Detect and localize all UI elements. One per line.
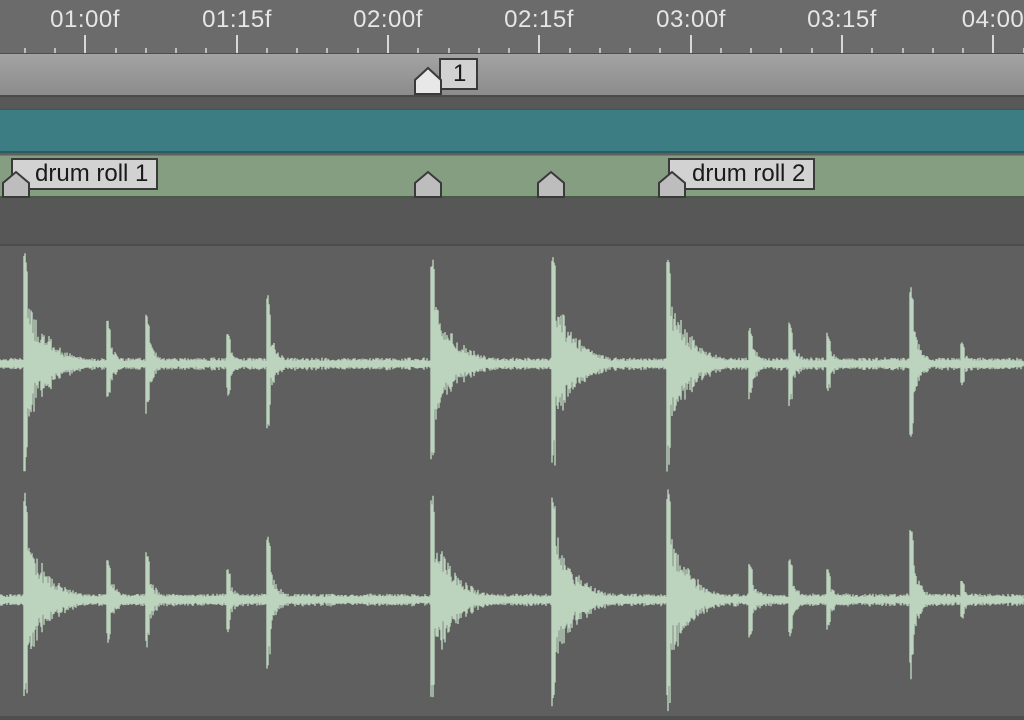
ruler-tick-label: 01:15f bbox=[202, 6, 272, 33]
ruler-tick-label: 04:00 bbox=[961, 6, 1024, 33]
ruler-tick-label: 01:00f bbox=[50, 6, 120, 33]
audio-layer-bar[interactable]: drum roll 1 drum roll 2 bbox=[0, 155, 1024, 198]
ruler-tick-label: 02:15f bbox=[504, 6, 574, 33]
time-ruler[interactable]: 01:00f 01:15f 02:00f 02:15f 03:00f 03:15f 04:0… bbox=[0, 0, 1024, 53]
horizontal-scrollbar[interactable] bbox=[0, 716, 1024, 720]
audio-waveform bbox=[0, 253, 1024, 712]
comp-marker-label[interactable]: 1 bbox=[439, 58, 479, 90]
ruler-major-tick bbox=[841, 35, 843, 53]
ruler-major-tick bbox=[236, 35, 238, 53]
ruler-tick-label: 03:00f bbox=[656, 6, 726, 33]
ruler-major-tick bbox=[387, 35, 389, 53]
ruler-tick-label: 02:00f bbox=[353, 6, 423, 33]
waveform-channel-1 bbox=[0, 253, 1024, 472]
layer-marker-icon[interactable] bbox=[536, 170, 565, 198]
layer-marker-icon[interactable] bbox=[1, 170, 30, 198]
ruler-tick-label: 03:15f bbox=[807, 6, 877, 33]
ruler-major-tick bbox=[538, 35, 540, 53]
layer-marker-icon[interactable] bbox=[413, 170, 442, 198]
teal-layer-bar[interactable] bbox=[0, 109, 1024, 153]
separator-strip bbox=[0, 97, 1024, 109]
marker-label-drum-roll-1[interactable]: drum roll 1 bbox=[11, 158, 159, 190]
waveform-peaks bbox=[0, 253, 1024, 472]
marker-label-drum-roll-2[interactable]: drum roll 2 bbox=[668, 158, 816, 190]
ruler-major-tick bbox=[690, 35, 692, 53]
ruler-major-tick bbox=[992, 35, 994, 53]
waveform-channel-2 bbox=[0, 489, 1024, 712]
empty-track-strip bbox=[0, 198, 1024, 246]
ruler-major-tick bbox=[84, 35, 86, 53]
composition-marker-bar[interactable]: 1 bbox=[0, 53, 1024, 97]
layer-marker-icon[interactable] bbox=[657, 170, 686, 198]
comp-marker-icon[interactable] bbox=[413, 66, 442, 95]
